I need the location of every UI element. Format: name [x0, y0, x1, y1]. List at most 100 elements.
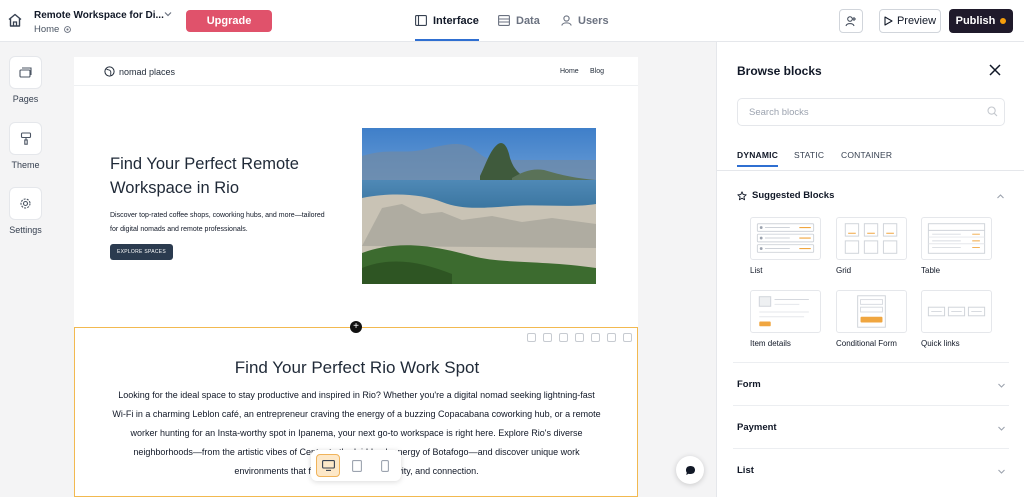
block-quick-links[interactable]: Quick links — [921, 290, 992, 348]
gear-icon[interactable] — [63, 25, 72, 34]
accordion-list[interactable]: List — [737, 465, 754, 476]
panel-title: Browse blocks — [737, 64, 822, 78]
tab-users[interactable]: Users — [561, 0, 609, 41]
chevron-up-icon[interactable] — [996, 192, 1005, 201]
tablet-view-button[interactable] — [345, 454, 369, 477]
rail-label: Theme — [11, 160, 40, 170]
explore-spaces-button[interactable]: EXPLORE SPACES — [110, 244, 173, 260]
block-table[interactable]: Table — [921, 217, 992, 275]
publish-button[interactable]: Publish — [949, 9, 1013, 33]
mobile-icon — [381, 459, 389, 472]
site-logo[interactable]: nomad places — [104, 66, 175, 77]
block-list[interactable]: List — [750, 217, 821, 275]
duplicate-icon[interactable] — [575, 333, 584, 342]
desktop-icon — [321, 460, 335, 471]
conditional-form-block-thumbnail — [836, 290, 907, 333]
top-bar: Remote Workspace for Di... Home Upgrade … — [0, 0, 1024, 42]
chevron-down-icon[interactable] — [997, 467, 1006, 476]
search-icon — [987, 106, 998, 117]
preview-button[interactable]: Preview — [879, 9, 941, 33]
interface-icon — [415, 15, 427, 26]
rail-item-pages[interactable]: Pages — [9, 56, 42, 104]
close-icon[interactable] — [988, 63, 1002, 77]
grid-block-thumbnail — [836, 217, 907, 260]
table-block-thumbnail — [921, 217, 992, 260]
site-nav-blog[interactable]: Blog — [590, 68, 604, 75]
mobile-view-button[interactable] — [373, 454, 397, 477]
tab-data-label: Data — [516, 14, 540, 27]
block-label: Item details — [750, 339, 791, 348]
hero-image[interactable] — [362, 128, 596, 284]
rail-label: Pages — [12, 94, 39, 104]
upgrade-button[interactable]: Upgrade — [186, 10, 272, 32]
rail-item-theme[interactable]: Theme — [9, 122, 42, 170]
section-divider — [733, 405, 1009, 406]
tab-interface-label: Interface — [433, 14, 479, 27]
unpublished-changes-dot — [1000, 18, 1007, 24]
device-switcher — [311, 450, 401, 481]
block-label: Quick links — [921, 339, 960, 348]
section-toolbar — [527, 333, 632, 342]
tab-dynamic[interactable]: DYNAMIC — [737, 150, 779, 167]
block-label: List — [750, 266, 763, 275]
search-blocks-input[interactable] — [737, 98, 1005, 126]
pages-icon — [19, 67, 32, 78]
table-icon — [498, 15, 510, 26]
paint-roller-icon — [20, 132, 31, 145]
user-icon — [561, 15, 572, 26]
page-canvas[interactable]: nomad places Home Blog Find Your Perfect… — [74, 57, 638, 497]
rail-item-settings[interactable]: Settings — [9, 187, 42, 235]
hero-description[interactable]: Discover top-rated coffee shops, coworki… — [110, 209, 325, 237]
tab-interface[interactable]: Interface — [415, 0, 479, 41]
section-divider — [733, 362, 1009, 363]
share-icon[interactable] — [591, 333, 600, 342]
item-details-block-thumbnail — [750, 290, 821, 333]
browse-blocks-panel: Browse blocks DYNAMIC STATIC CONTAINER S… — [716, 42, 1024, 497]
tab-users-label: Users — [578, 14, 609, 27]
preview-label: Preview — [896, 15, 937, 27]
section-divider — [733, 448, 1009, 449]
accordion-payment[interactable]: Payment — [737, 422, 777, 433]
tab-static[interactable]: STATIC — [794, 150, 824, 160]
chevron-down-icon[interactable] — [997, 381, 1006, 390]
desktop-view-button[interactable] — [316, 454, 340, 477]
chat-button[interactable] — [676, 456, 704, 484]
chevron-down-icon[interactable] — [997, 424, 1006, 433]
rail-label: Settings — [9, 225, 42, 235]
block-grid[interactable]: Grid — [836, 217, 907, 275]
suggested-blocks-header[interactable]: Suggested Blocks — [737, 190, 834, 201]
chevron-down-icon[interactable] — [163, 9, 173, 19]
gear-icon — [20, 198, 31, 209]
list-block-thumbnail — [750, 217, 821, 260]
add-section-icon[interactable]: + — [350, 321, 362, 333]
delete-icon[interactable] — [527, 333, 536, 342]
move-down-icon[interactable] — [543, 333, 552, 342]
site-header[interactable]: nomad places Home Blog — [74, 57, 638, 86]
tab-container[interactable]: CONTAINER — [841, 150, 892, 160]
star-icon — [737, 190, 747, 200]
site-nav-home[interactable]: Home — [560, 68, 579, 75]
breadcrumb[interactable]: Home — [34, 24, 72, 35]
home-icon[interactable] — [7, 12, 23, 28]
block-item-details[interactable]: Item details — [750, 290, 821, 348]
globe-icon — [104, 66, 115, 77]
move-up-icon[interactable] — [559, 333, 568, 342]
visibility-icon[interactable] — [623, 333, 632, 342]
project-title[interactable]: Remote Workspace for Di... — [34, 10, 164, 21]
tab-data[interactable]: Data — [498, 0, 540, 41]
copy-icon[interactable] — [607, 333, 616, 342]
block-conditional-form[interactable]: Conditional Form — [836, 290, 907, 348]
tablet-icon — [352, 459, 362, 472]
suggested-blocks-title: Suggested Blocks — [752, 190, 835, 201]
section-title[interactable]: Find Your Perfect Rio Work Spot — [75, 358, 638, 378]
invite-user-button[interactable] — [839, 9, 863, 33]
breadcrumb-home[interactable]: Home — [34, 24, 59, 35]
quick-links-block-thumbnail — [921, 290, 992, 333]
chat-icon — [685, 465, 695, 475]
play-icon — [884, 16, 893, 26]
accordion-form[interactable]: Form — [737, 379, 761, 390]
site-logo-text: nomad places — [119, 66, 176, 77]
tabs-divider — [717, 170, 1024, 171]
hero-title[interactable]: Find Your Perfect Remote Workspace in Ri… — [110, 152, 340, 200]
add-user-icon — [845, 16, 856, 27]
